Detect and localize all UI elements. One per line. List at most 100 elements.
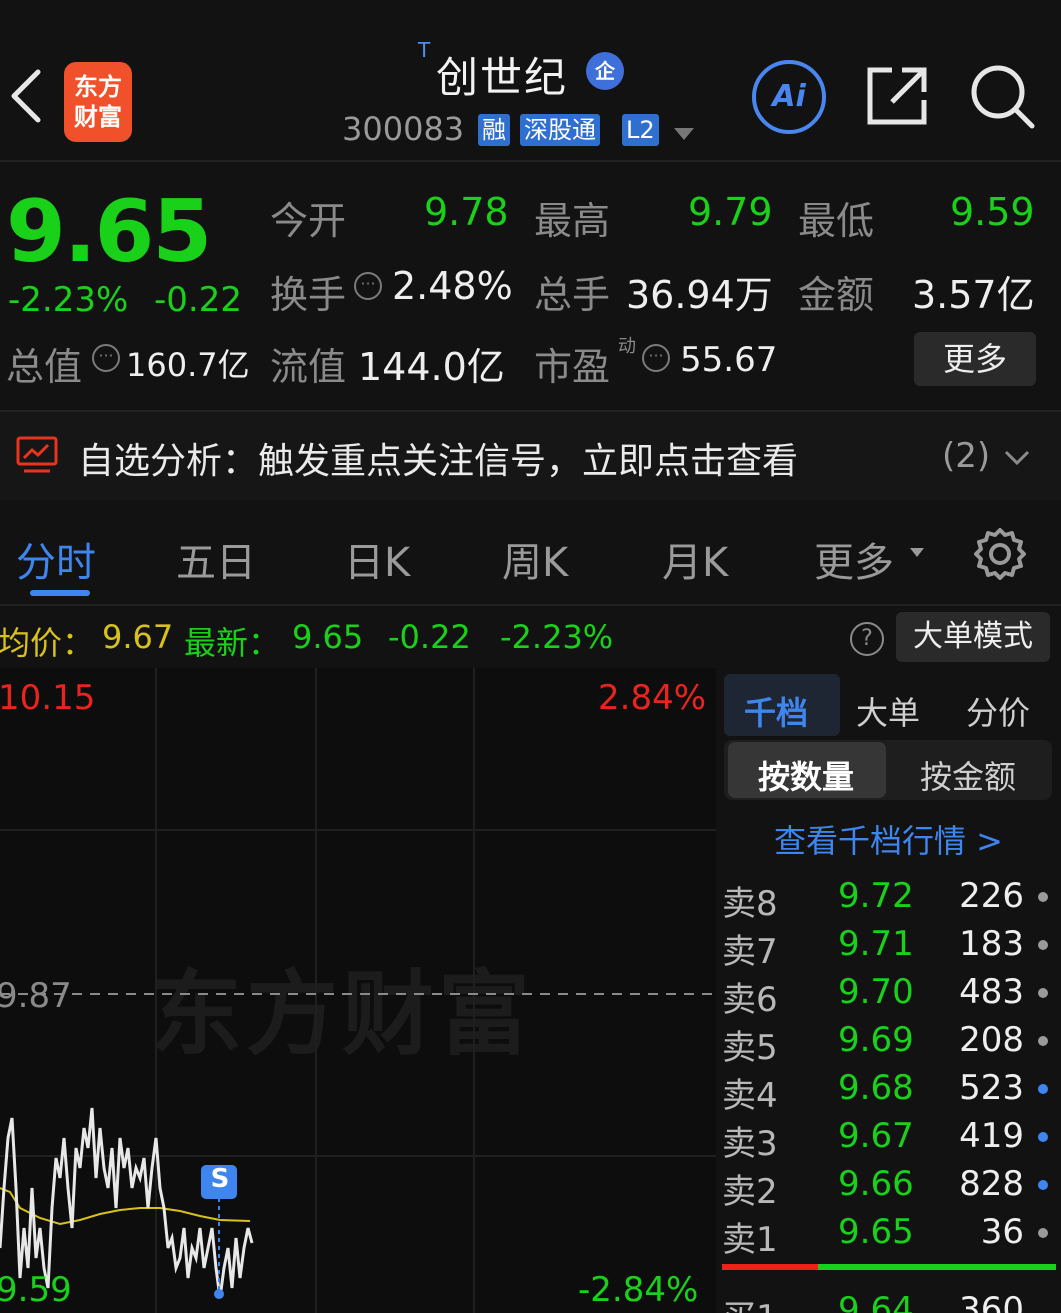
level-label: 卖4 bbox=[722, 1076, 778, 1116]
logo-line-2: 财富 bbox=[74, 103, 122, 131]
more-quote-button[interactable]: 更多 bbox=[914, 332, 1036, 386]
enterprise-badge: 企 bbox=[586, 52, 624, 90]
tab-more[interactable]: 更多 bbox=[814, 530, 894, 588]
info-icon[interactable]: ··· bbox=[354, 272, 382, 300]
info-icon[interactable]: ··· bbox=[92, 344, 120, 372]
search-icon[interactable] bbox=[968, 62, 1036, 130]
level-volume: 419 bbox=[959, 1116, 1024, 1156]
chevron-down-icon[interactable] bbox=[1004, 450, 1030, 466]
signal-marker-label[interactable]: S bbox=[202, 1164, 238, 1194]
tab-thousand-levels[interactable]: 千档 bbox=[744, 688, 808, 734]
sell-row[interactable]: 卖7 9.71 183 bbox=[722, 920, 1058, 972]
signal-point bbox=[214, 1289, 224, 1299]
change-percent: -2.23% bbox=[8, 280, 129, 320]
level-volume: 828 bbox=[959, 1164, 1024, 1204]
sell-row[interactable]: 卖8 9.72 226 bbox=[722, 872, 1058, 924]
tab-monthly-k[interactable]: 月K bbox=[662, 530, 728, 588]
stock-name: 创世纪 bbox=[436, 53, 569, 102]
latest-price-value: 9.65 bbox=[292, 618, 364, 656]
tab-big-orders[interactable]: 大单 bbox=[856, 688, 920, 734]
level2-tag: L2 bbox=[622, 114, 659, 146]
order-book-panel: 千档 大单 分价 按数量 按金额 查看千档行情 > 卖8 9.72 226 卖7… bbox=[716, 668, 1061, 1313]
buy-sell-ratio-bar bbox=[722, 1264, 1056, 1270]
level-volume: 226 bbox=[959, 876, 1024, 916]
y-axis-bottom-price: 9.59 bbox=[0, 1270, 72, 1310]
gear-icon[interactable] bbox=[972, 526, 1028, 582]
ai-assistant-button[interactable]: Ai bbox=[752, 60, 826, 134]
tab-five-day[interactable]: 五日 bbox=[176, 530, 256, 588]
amount-label: 金额 bbox=[798, 273, 875, 317]
tab-daily-k[interactable]: 日K bbox=[344, 530, 410, 588]
sell-row[interactable]: 卖1 9.65 36 bbox=[722, 1208, 1058, 1260]
level-price: 9.66 bbox=[838, 1164, 914, 1204]
chart-info-line: 均价： 9.67 最新： 9.65 -0.22 -2.23% ? 大单模式 bbox=[0, 606, 1061, 668]
y-axis-mid-price: 9.87 bbox=[0, 976, 72, 1016]
change-amount: -0.22 bbox=[154, 280, 242, 320]
high-value: 9.79 bbox=[688, 190, 773, 234]
tab-intraday[interactable]: 分时 bbox=[16, 530, 96, 588]
chevron-down-icon[interactable] bbox=[674, 128, 694, 140]
stock-header: 东方 财富 T 创世纪 企 300083 融 深股通 L2 Ai bbox=[0, 14, 1061, 160]
status-dot bbox=[1038, 1180, 1048, 1190]
volume-value: 36.94万 bbox=[626, 273, 773, 317]
volume-label: 总手 bbox=[534, 273, 611, 317]
quantity-amount-toggle: 按数量 按金额 bbox=[724, 740, 1052, 800]
sell-row[interactable]: 卖3 9.67 419 bbox=[722, 1112, 1058, 1164]
sell-row[interactable]: 卖4 9.68 523 bbox=[722, 1064, 1058, 1116]
sell-row[interactable]: 卖6 9.70 483 bbox=[722, 968, 1058, 1020]
back-arrow-icon[interactable] bbox=[6, 66, 46, 126]
latest-change-percent: -2.23% bbox=[500, 618, 614, 656]
market-cap-value: 160.7亿 bbox=[126, 346, 250, 384]
share-icon[interactable] bbox=[866, 64, 930, 128]
buy-row[interactable]: 买1 9.64 360 bbox=[722, 1286, 1058, 1313]
level-label: 卖7 bbox=[722, 932, 778, 972]
y-axis-bottom-percent: -2.84% bbox=[578, 1270, 699, 1310]
app-logo[interactable]: 东方 财富 bbox=[64, 62, 132, 142]
chart-period-tabs: 分时 五日 日K 周K 月K 更多 bbox=[0, 502, 1061, 604]
help-icon[interactable]: ? bbox=[850, 622, 884, 656]
intraday-chart[interactable]: 东方财富 S 10.15 2.84% 9.87 9.59 -2.84% bbox=[0, 668, 716, 1313]
level-price: 9.65 bbox=[838, 1212, 914, 1252]
level-volume: 36 bbox=[980, 1212, 1024, 1252]
latest-price-label: 最新： bbox=[184, 624, 281, 662]
alert-count: (2) bbox=[942, 436, 991, 476]
level-price: 9.72 bbox=[838, 876, 914, 916]
buy-ratio-segment bbox=[722, 1264, 818, 1270]
last-price: 9.65 bbox=[6, 182, 212, 282]
info-icon[interactable]: ··· bbox=[642, 344, 670, 372]
pe-dynamic-mark: 动 bbox=[618, 336, 636, 357]
by-amount-option[interactable]: 按金额 bbox=[920, 752, 1016, 798]
tab-price-breakdown[interactable]: 分价 bbox=[966, 688, 1030, 734]
level-price: 9.68 bbox=[838, 1068, 914, 1108]
watchlist-alert-bar[interactable]: 自选分析：触发重点关注信号，立即点击查看 (2) bbox=[0, 412, 1061, 500]
sell-row[interactable]: 卖5 9.69 208 bbox=[722, 1016, 1058, 1068]
level-price: 9.70 bbox=[838, 972, 914, 1012]
big-order-mode-button[interactable]: 大单模式 bbox=[896, 612, 1050, 662]
stock-title[interactable]: T 创世纪 企 300083 融 深股通 L2 bbox=[340, 36, 700, 156]
pe-label: 市盈 bbox=[534, 345, 611, 389]
level-volume: 208 bbox=[959, 1020, 1024, 1060]
sell-row[interactable]: 卖2 9.66 828 bbox=[722, 1160, 1058, 1212]
status-dot bbox=[1038, 1132, 1048, 1142]
market-cap-label: 总值 bbox=[6, 345, 83, 389]
status-dot bbox=[1038, 940, 1048, 950]
level-label: 买1 bbox=[722, 1290, 778, 1313]
latest-change-amount: -0.22 bbox=[388, 618, 471, 656]
level-label: 卖3 bbox=[722, 1124, 778, 1164]
float-cap-value: 144.0亿 bbox=[358, 345, 505, 389]
level-volume: 483 bbox=[959, 972, 1024, 1012]
float-cap-label: 流值 bbox=[270, 345, 347, 389]
active-tab-indicator bbox=[30, 590, 90, 596]
avg-price-value: 9.67 bbox=[102, 618, 174, 656]
by-quantity-option[interactable]: 按数量 bbox=[758, 752, 854, 798]
open-value: 9.78 bbox=[424, 190, 509, 234]
level-label: 卖5 bbox=[722, 1028, 778, 1068]
pe-value: 55.67 bbox=[680, 340, 778, 380]
level-volume: 523 bbox=[959, 1068, 1024, 1108]
chevron-down-icon bbox=[910, 548, 924, 557]
y-axis-top-percent: 2.84% bbox=[598, 678, 707, 718]
status-dot bbox=[1038, 988, 1048, 998]
tab-weekly-k[interactable]: 周K bbox=[502, 530, 568, 588]
level-price: 9.69 bbox=[838, 1020, 914, 1060]
view-thousand-levels-link[interactable]: 查看千档行情 > bbox=[774, 816, 1003, 862]
